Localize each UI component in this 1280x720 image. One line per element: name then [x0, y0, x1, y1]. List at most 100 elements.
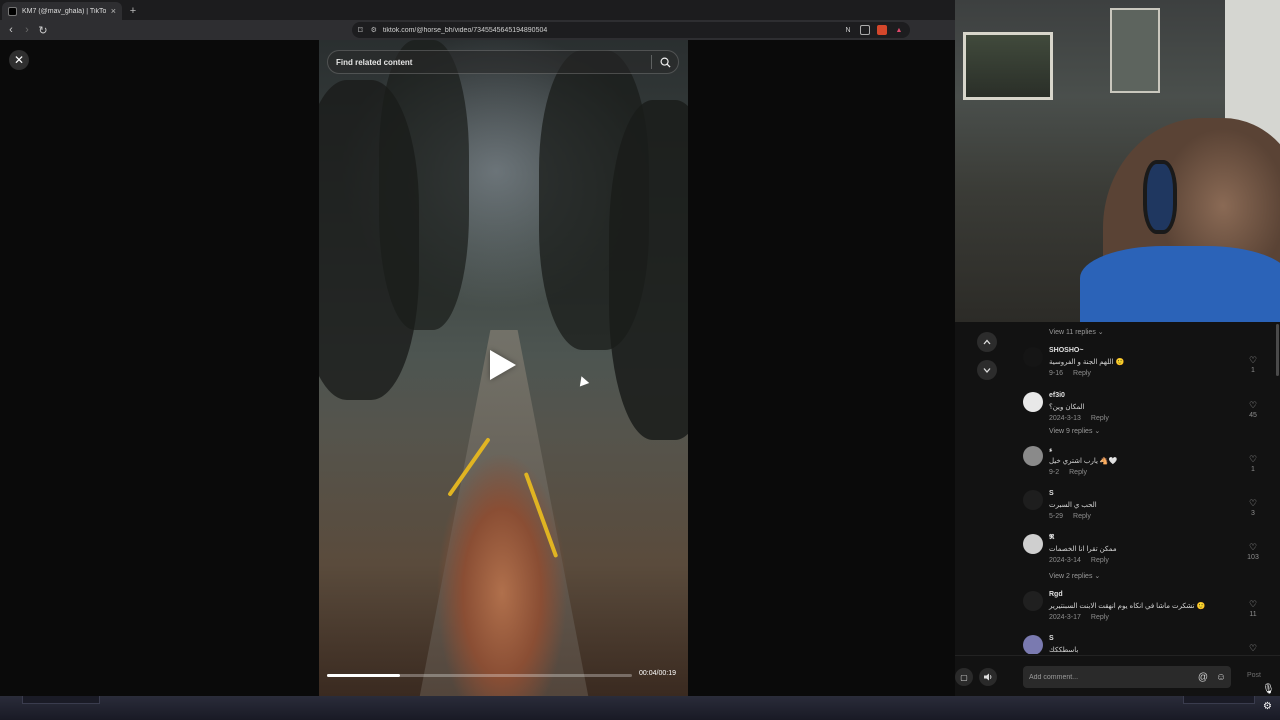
comment-username[interactable]: Rgd	[1049, 591, 1063, 598]
heart-icon: ♡	[1248, 643, 1258, 653]
comment-username[interactable]: 𝕽	[1049, 534, 1054, 542]
like-button[interactable]: ♡ 103	[1245, 542, 1261, 561]
comment-text: تشكرت ماشا في انكاه يوم انهقت الابنت الس…	[1049, 603, 1206, 610]
comment-username[interactable]: S	[1049, 635, 1054, 642]
comment-username[interactable]: S	[1049, 490, 1054, 497]
avatar[interactable]	[1023, 490, 1043, 510]
like-button[interactable]: ♡ 1	[1245, 355, 1261, 374]
video-player[interactable]: 00:04/00:19	[319, 40, 688, 696]
translate-extension-icon[interactable]: N	[843, 25, 853, 35]
mention-icon[interactable]: @	[1197, 671, 1209, 683]
tree-shape	[379, 40, 469, 330]
close-button[interactable]: ✕	[9, 50, 29, 70]
heart-icon: ♡	[1248, 498, 1258, 508]
right-panel: View 11 replies ⌄ SHOSHO~ اللهم الجنة و ا…	[955, 0, 1280, 696]
volume-button[interactable]	[979, 668, 997, 686]
taskbar-box	[1183, 696, 1255, 704]
like-count: 3	[1251, 510, 1255, 517]
comment-item: 𝕽 ممكن تقرا انا الخصمات 2024-3-14 Reply ♡ 103	[1023, 530, 1273, 570]
comment-username[interactable]: SHOSHO~	[1049, 347, 1083, 354]
reply-button[interactable]: Reply	[1073, 370, 1091, 377]
site-info-icon[interactable]: ⚙	[371, 26, 377, 34]
reply-button[interactable]: Reply	[1091, 614, 1109, 621]
bookmark-icon[interactable]: ⌑	[358, 25, 363, 36]
comment-meta: 9-2 Reply	[1049, 469, 1087, 476]
heart-icon: ♡	[1248, 454, 1258, 464]
comment-item: S باسطككك ♡	[1023, 631, 1273, 654]
webcam-overlay	[955, 0, 1280, 322]
like-button[interactable]: ♡	[1245, 643, 1261, 654]
microphone-icon[interactable]: 🎙	[1262, 684, 1275, 695]
related-search-input[interactable]	[336, 57, 651, 67]
comment-item: SHOSHO~ اللهم الجنة و الفروسية 🙂 9-16 Reply…	[1023, 343, 1273, 383]
avatar[interactable]	[1023, 635, 1043, 654]
brave-shield-icon[interactable]	[877, 25, 887, 35]
browser-tab[interactable]: KM7 (@mav_ghala) | TikTok ×	[2, 2, 122, 20]
comment-username[interactable]: ef3i0	[1049, 392, 1065, 399]
avatar[interactable]	[1023, 534, 1043, 554]
progress-bar[interactable]	[327, 674, 632, 677]
browser-tabbar: KM7 (@mav_ghala) | TikTok × +	[0, 0, 955, 20]
url-text[interactable]: tiktok.com/@horse_bh/video/7345545645194…	[383, 27, 836, 34]
like-button[interactable]: ♡ 1	[1245, 454, 1261, 473]
like-count: 11	[1249, 611, 1257, 618]
miniplayer-button[interactable]: ▢	[955, 668, 973, 686]
chevron-up-icon	[983, 339, 991, 345]
comment-date: 2024-3-17	[1049, 614, 1081, 621]
reply-button[interactable]: Reply	[1073, 513, 1091, 520]
previous-video-button[interactable]	[977, 332, 997, 352]
back-icon[interactable]: ‹	[4, 23, 18, 37]
avatar[interactable]	[1023, 392, 1043, 412]
avatar[interactable]	[1023, 446, 1043, 466]
related-search-box	[327, 50, 679, 74]
new-tab-button[interactable]: +	[124, 2, 142, 20]
search-icon[interactable]	[652, 50, 678, 74]
reply-button[interactable]: Reply	[1069, 469, 1087, 476]
forward-icon[interactable]: ›	[20, 23, 34, 37]
like-button[interactable]: ♡ 45	[1245, 400, 1261, 419]
brave-rewards-icon[interactable]: ▲	[894, 25, 904, 35]
view-replies-link[interactable]: View 9 replies ⌄	[1049, 427, 1100, 435]
comment-date: 9-2	[1049, 469, 1060, 476]
chevron-down-icon	[983, 368, 991, 373]
play-icon[interactable]	[490, 350, 516, 380]
reply-button[interactable]: Reply	[1091, 557, 1109, 564]
comment-text: ممكن تقرا انا الخصمات	[1049, 546, 1117, 553]
cast-icon[interactable]	[860, 25, 870, 35]
comment-date: 2024-3-14	[1049, 557, 1081, 564]
view-replies-link[interactable]: View 11 replies ⌄	[1049, 328, 1104, 336]
heart-icon: ♡	[1248, 542, 1258, 552]
video-time: 00:04/00:19	[639, 670, 676, 677]
comment-item: S الحب ي السبرت 5-29 Reply ♡ 3	[1023, 486, 1273, 526]
webcam-door-shape	[1110, 8, 1160, 93]
browser-toolbar: ‹ › ↻ ⌑ ⚙ tiktok.com/@horse_bh/video/734…	[0, 20, 955, 40]
taskbar-box	[22, 696, 100, 704]
settings-icon[interactable]: ⚙	[1263, 701, 1272, 712]
like-button[interactable]: ♡ 3	[1245, 498, 1261, 517]
webcam-headset	[1143, 160, 1177, 234]
heart-icon: ♡	[1248, 355, 1258, 365]
address-bar[interactable]: ⌑ ⚙ tiktok.com/@horse_bh/video/734554564…	[352, 22, 910, 38]
comment-list[interactable]: View 11 replies ⌄ SHOSHO~ اللهم الجنة و ا…	[1015, 322, 1280, 654]
comments-scrollbar[interactable]	[1276, 324, 1279, 376]
avatar[interactable]	[1023, 591, 1043, 611]
reply-button[interactable]: Reply	[1091, 415, 1109, 422]
reload-icon[interactable]: ↻	[36, 23, 50, 37]
emoji-icon[interactable]: ☺	[1215, 671, 1227, 683]
comment-username[interactable]: ء	[1049, 446, 1053, 454]
comment-meta: 5-29 Reply	[1049, 513, 1091, 520]
like-count: 103	[1247, 554, 1259, 561]
next-video-button[interactable]	[977, 360, 997, 380]
like-count: 1	[1251, 466, 1255, 473]
post-button[interactable]: Post	[1247, 672, 1261, 679]
comment-meta: 2024-3-17 Reply	[1049, 614, 1109, 621]
comment-date: 2024-3-13	[1049, 415, 1081, 422]
webcam-shirt	[1080, 246, 1280, 322]
view-replies-link[interactable]: View 2 replies ⌄	[1049, 572, 1100, 580]
comment-input[interactable]	[1029, 673, 1191, 681]
video-stage: ✕ 00:04/00:19	[0, 40, 955, 696]
like-button[interactable]: ♡ 11	[1245, 599, 1261, 618]
like-count: 45	[1249, 412, 1257, 419]
tab-close-icon[interactable]: ×	[111, 6, 116, 16]
avatar[interactable]	[1023, 347, 1043, 367]
